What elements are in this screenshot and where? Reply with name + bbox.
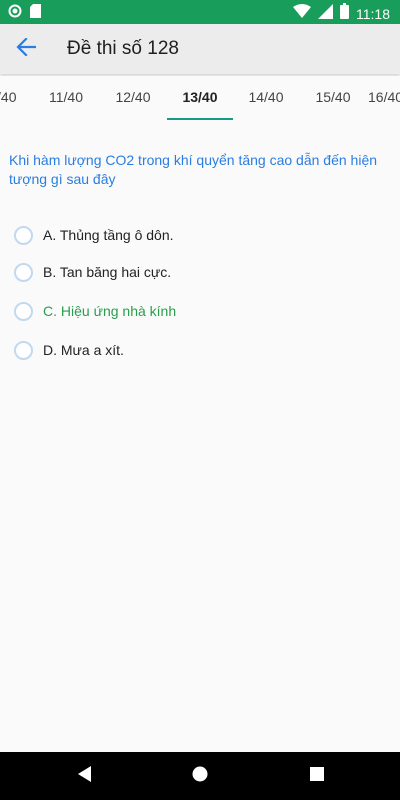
question-tabs: 10/40 11/40 12/40 13/40 14/40 15/40 16/4…: [0, 76, 400, 120]
page-title: Đề thi số 128: [67, 38, 179, 59]
answer-option-b[interactable]: B. Tan băng hai cực.: [14, 260, 171, 284]
signal-icon: [318, 3, 333, 24]
tab-question-16[interactable]: 16/40: [367, 76, 400, 120]
status-right-icons: 11:18: [293, 3, 390, 24]
tab-question-10[interactable]: 10/40: [0, 76, 32, 120]
radio-button[interactable]: [14, 225, 33, 245]
question-text: Khi hàm lượng CO2 trong khí quyển tăng c…: [9, 152, 378, 187]
app-bar: Đề thi số 128: [0, 24, 400, 74]
nav-back-button[interactable]: [74, 765, 94, 788]
status-time: 11:18: [356, 5, 390, 22]
option-label: C. Hiệu ứng nhà kính: [43, 303, 177, 319]
back-triangle-icon: [76, 765, 92, 788]
tab-label: 13/40: [182, 89, 218, 105]
tab-question-15[interactable]: 15/40: [300, 76, 366, 120]
answer-option-a[interactable]: A. Thủng tầng ô dôn.: [14, 223, 174, 247]
sd-card-icon: [30, 4, 41, 23]
system-nav-bar: [0, 752, 400, 800]
answer-option-c[interactable]: C. Hiệu ứng nhà kính: [14, 299, 176, 323]
tab-question-14[interactable]: 14/40: [233, 76, 299, 120]
radio-button[interactable]: [14, 301, 33, 321]
battery-icon: [340, 3, 349, 24]
tab-question-12[interactable]: 12/40: [100, 76, 166, 120]
option-label: A. Thủng tầng ô dôn.: [43, 227, 174, 243]
home-circle-icon: [191, 765, 209, 788]
arrow-back-icon: [16, 36, 37, 61]
option-label: B. Tan băng hai cực.: [43, 264, 172, 280]
nav-recents-button[interactable]: [307, 766, 327, 786]
radio-button[interactable]: [14, 340, 33, 360]
wifi-icon: [293, 4, 311, 23]
status-bar: 11:18: [0, 0, 400, 24]
notification-circle-icon: [8, 4, 22, 23]
tab-indicator: [167, 118, 233, 120]
radio-button[interactable]: [14, 262, 33, 282]
nav-home-button[interactable]: [190, 766, 210, 786]
tab-question-13[interactable]: 13/40: [167, 76, 233, 120]
answer-option-d[interactable]: D. Mưa a xít.: [14, 338, 124, 362]
option-label: D. Mưa a xít.: [43, 342, 124, 358]
recents-square-icon: [309, 766, 325, 787]
back-button[interactable]: [12, 36, 40, 62]
tab-question-11[interactable]: 11/40: [33, 76, 99, 120]
status-left-icons: [8, 4, 41, 23]
